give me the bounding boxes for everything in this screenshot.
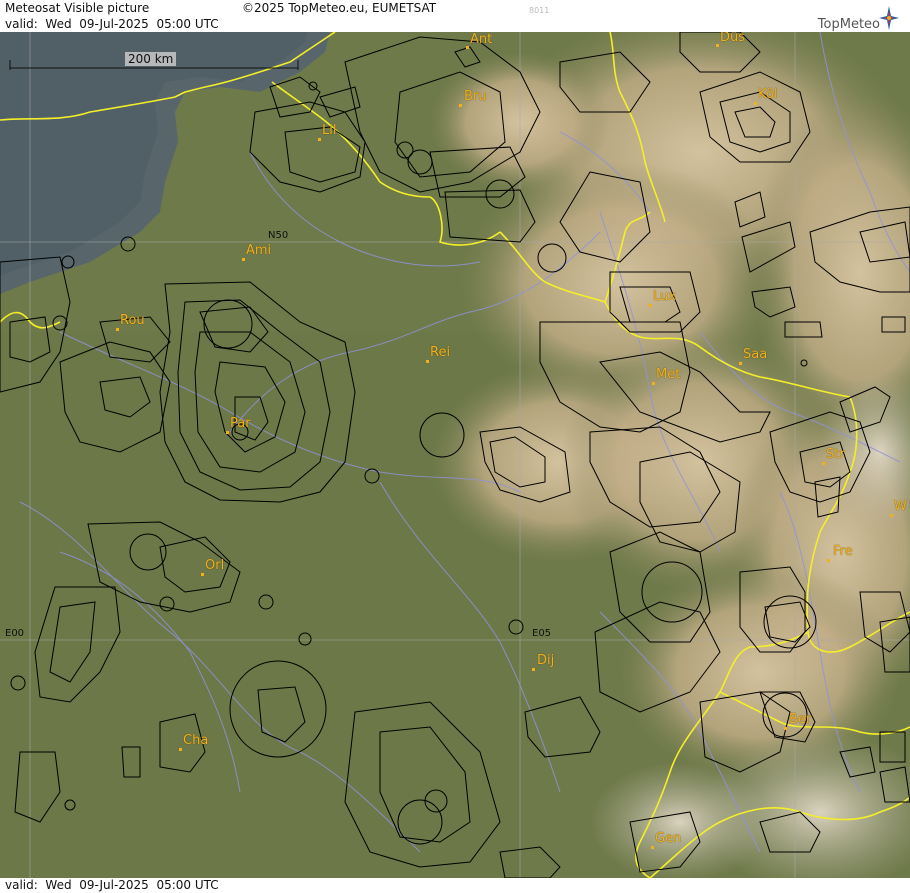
- city-label-dij: Dij: [537, 653, 555, 668]
- city-label-orl: Orl: [205, 558, 225, 573]
- header-bar: Meteosat Visible picture valid: Wed 09-J…: [0, 0, 910, 32]
- city-label-ant: Ant: [470, 32, 493, 47]
- city-label-ber: Ber: [789, 712, 812, 727]
- grid-label-n50: N50: [268, 230, 289, 241]
- city-label-saa: Saa: [743, 347, 768, 362]
- city-label-met: Met: [656, 367, 681, 382]
- satellite-image: 200 km N50 E00 E05 Ant Düs Bru Köl Lil A…: [0, 32, 910, 878]
- city-label-str: Str: [826, 447, 845, 462]
- image-code: 8011: [529, 6, 550, 15]
- city-label-gen: Gen: [655, 831, 682, 846]
- map-canvas: [0, 32, 910, 878]
- valid-time-bottom: valid: Wed 09-Jul-2025 05:00 UTC: [5, 878, 219, 892]
- city-label-lil: Lil: [322, 123, 337, 138]
- image-title: Meteosat Visible picture: [5, 1, 150, 15]
- city-label-w: W: [894, 499, 907, 514]
- satellite-map-window: Meteosat Visible picture valid: Wed 09-J…: [0, 0, 910, 893]
- grid-label-e05: E05: [532, 628, 552, 639]
- copyright-notice: ©2025 TopMeteo.eu, EUMETSAT: [242, 1, 437, 15]
- city-label-lux: Lux: [653, 289, 676, 304]
- brand-name: TopMeteo: [817, 17, 880, 32]
- footer-bar: valid: Wed 09-Jul-2025 05:00 UTC: [0, 878, 910, 893]
- city-label-par: Par: [230, 416, 251, 431]
- city-label-fre: Fre: [833, 544, 853, 559]
- grid-label-e00: E00: [5, 628, 25, 639]
- city-label-kol: Köl: [758, 87, 778, 102]
- city-label-ami: Ami: [246, 243, 272, 258]
- city-label-cha: Cha: [183, 733, 209, 748]
- city-label-bru: Bru: [464, 89, 487, 104]
- city-label-rou: Rou: [120, 313, 145, 328]
- city-label-rei: Rei: [430, 345, 451, 360]
- compass-star-icon: [879, 6, 899, 30]
- city-label-dus: Düs: [720, 32, 746, 45]
- scale-label: 200 km: [125, 52, 177, 66]
- valid-time-top: valid: Wed 09-Jul-2025 05:00 UTC: [5, 17, 219, 31]
